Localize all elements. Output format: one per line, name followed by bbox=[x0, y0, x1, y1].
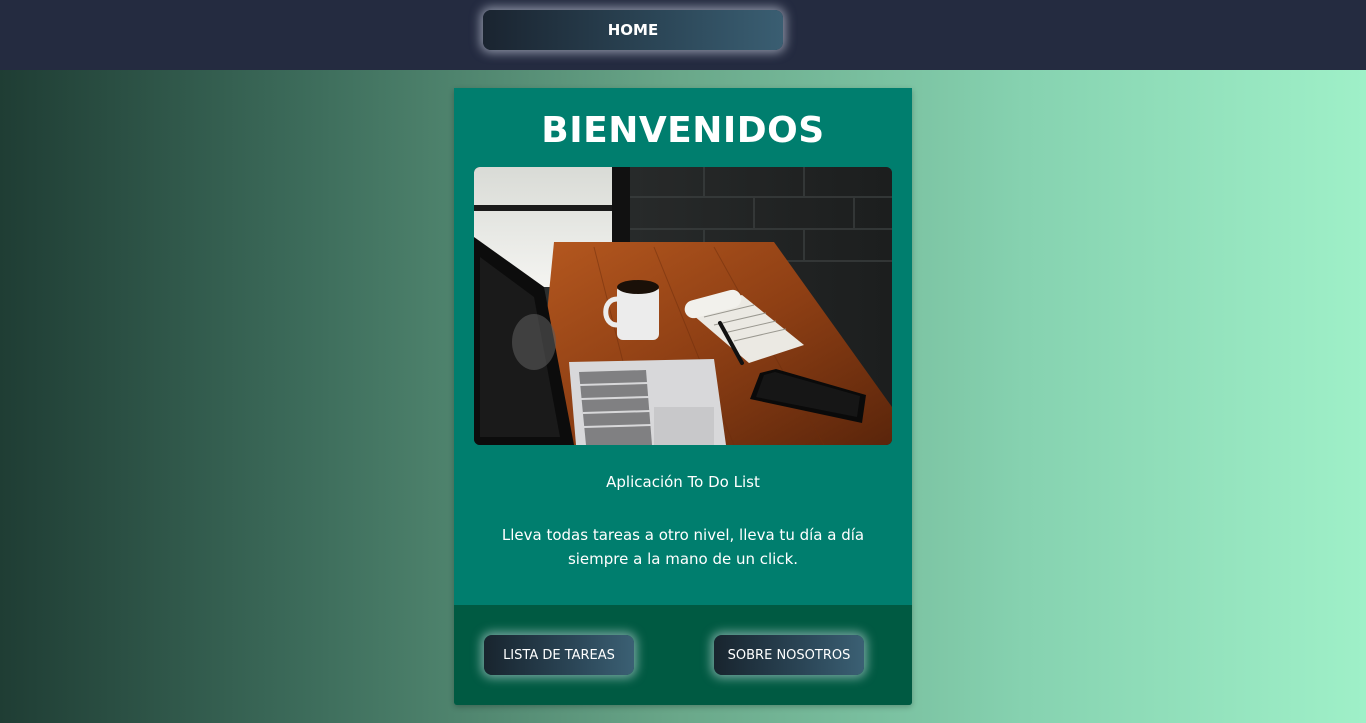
card-footer: LISTA DE TAREAS SOBRE NOSOTROS bbox=[454, 605, 912, 705]
welcome-card: BIENVENIDOS Aplicación To Do List Lleva … bbox=[454, 88, 912, 705]
app-subtitle: Aplicación To Do List bbox=[606, 473, 760, 491]
task-list-button[interactable]: LISTA DE TAREAS bbox=[484, 635, 634, 675]
app-description: Lleva todas tareas a otro nivel, lleva t… bbox=[501, 526, 865, 568]
top-navbar: HOME bbox=[0, 0, 1366, 70]
home-button[interactable]: HOME bbox=[483, 10, 783, 50]
page-title: BIENVENIDOS bbox=[541, 110, 825, 151]
about-us-button[interactable]: SOBRE NOSOTROS bbox=[714, 635, 864, 675]
desk-photo bbox=[474, 167, 892, 445]
